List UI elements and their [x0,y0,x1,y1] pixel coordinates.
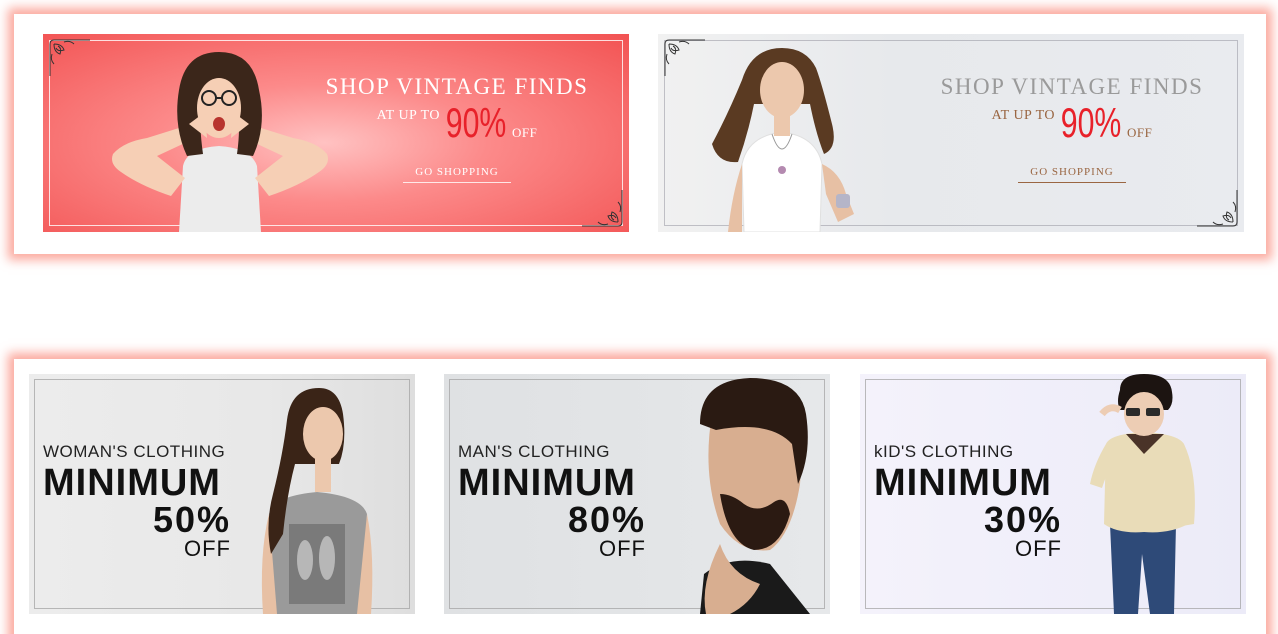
clothing-card-kid[interactable]: kID'S CLOTHING MINIMUM 30% OFF [860,374,1246,614]
clothing-discount: 50% [152,499,231,540]
vintage-offer-block: SHOP VINTAGE FINDS AT UP TO 90% OFF GO SHO… [910,74,1234,183]
clothing-card-man[interactable]: MAN'S CLOTHING MINIMUM 80% OFF [444,374,830,614]
clothing-suffix: OFF [1015,536,1062,561]
clothing-discount: 80% [567,499,646,540]
banner-title: SHOP VINTAGE FINDS [940,74,1204,99]
corner-ornament-icon [1197,190,1238,227]
clothing-category: kID'S CLOTHING [874,442,1014,461]
bearded-man-photo [700,378,810,614]
clothing-suffix: OFF [599,536,646,561]
promo-banner-vintage-grey[interactable]: SHOP VINTAGE FINDS AT UP TO 90% OFF GO SHO… [658,34,1244,232]
clothing-discount: 30% [983,499,1062,540]
clothing-headline: MINIMUM [43,462,221,504]
clothing-offer-block: MAN'S CLOTHING MINIMUM 80% OFF [458,442,646,560]
corner-ornament-icon [49,39,90,76]
go-shopping-link[interactable]: GO SHOPPING [403,166,511,183]
clothing-category: MAN'S CLOTHING [458,442,610,461]
clothing-suffix: OFF [184,536,231,561]
offer-value: 90% [445,99,507,146]
boy-sunglasses-photo [1090,374,1195,614]
clothing-category: WOMAN'S CLOTHING [43,442,226,461]
clothing-headline: MINIMUM [458,462,636,504]
offer-suffix: OFF [512,125,538,140]
offer-prefix: AT UP TO [991,108,1055,123]
promo-panel-bottom: WOMAN'S CLOTHING MINIMUM 50% OFF MAN'S C… [14,359,1266,634]
clothing-offer-block: WOMAN'S CLOTHING MINIMUM 50% OFF [43,442,231,560]
clothing-card-woman[interactable]: WOMAN'S CLOTHING MINIMUM 50% OFF [29,374,415,614]
clothing-headline: MINIMUM [874,462,1052,504]
offer-line: AT UP TO 90% OFF [295,102,619,144]
promo-banner-vintage-red[interactable]: SHOP VINTAGE FINDS AT UP TO 90% OFF GO SHO… [43,34,629,232]
offer-suffix: OFF [1127,125,1153,140]
promo-panel-top: SHOP VINTAGE FINDS AT UP TO 90% OFF GO SHO… [14,14,1266,254]
clothing-offer-block: kID'S CLOTHING MINIMUM 30% OFF [874,442,1062,560]
vintage-offer-block: SHOP VINTAGE FINDS AT UP TO 90% OFF GO SHO… [295,74,619,183]
offer-prefix: AT UP TO [376,108,440,123]
corner-ornament-icon [582,190,623,227]
banner-title: SHOP VINTAGE FINDS [325,74,589,99]
woman-necklace-photo [712,48,854,232]
offer-line: AT UP TO 90% OFF [910,102,1234,144]
offer-value: 90% [1060,99,1122,146]
go-shopping-link[interactable]: GO SHOPPING [1018,166,1126,183]
woman-tshirt-photo [261,388,373,614]
